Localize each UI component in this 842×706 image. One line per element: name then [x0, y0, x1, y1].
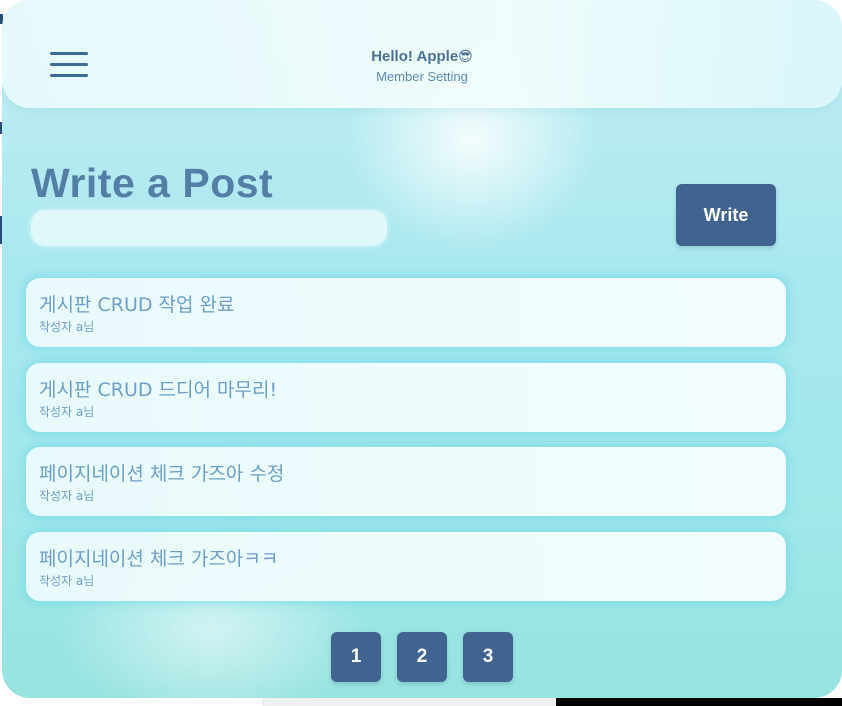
page-title: Write a Post	[31, 160, 274, 206]
post-author: 작성자 a님	[39, 405, 95, 419]
header: Hello! Apple😎 Member Setting	[2, 0, 842, 108]
post-list-item[interactable]: 페이지네이션 체크 가즈아ㅋㅋ 작성자 a님	[26, 532, 786, 601]
post-list-item[interactable]: 게시판 CRUD 작업 완료 작성자 a님	[26, 278, 786, 347]
post-title: 게시판 CRUD 드디어 마무리!	[39, 379, 278, 401]
post-author: 작성자 a님	[39, 574, 95, 588]
greeting-text: Hello! Apple	[371, 48, 459, 65]
post-list-item[interactable]: 페이지네이션 체크 가즈아 수정 작성자 a님	[26, 447, 786, 516]
app-window: Hello! Apple😎 Member Setting Write a Pos…	[2, 0, 842, 698]
post-title-input[interactable]	[31, 210, 387, 246]
post-title: 페이지네이션 체크 가즈아ㅋㅋ	[39, 548, 279, 570]
post-author: 작성자 a님	[39, 489, 95, 503]
write-button[interactable]: Write	[676, 184, 776, 246]
post-title: 페이지네이션 체크 가즈아 수정	[39, 463, 285, 485]
background-panel	[262, 698, 556, 706]
post-title: 게시판 CRUD 작업 완료	[39, 294, 235, 316]
page-button-2[interactable]: 2	[397, 632, 447, 682]
member-setting-link[interactable]: Member Setting	[2, 69, 842, 84]
post-author: 작성자 a님	[39, 320, 95, 334]
post-list-item[interactable]: 게시판 CRUD 드디어 마무리! 작성자 a님	[26, 363, 786, 432]
page-button-3[interactable]: 3	[463, 632, 513, 682]
background-panel-dark	[556, 698, 842, 706]
page-button-1[interactable]: 1	[331, 632, 381, 682]
greeting: Hello! Apple😎	[2, 48, 842, 65]
sunglasses-emoji-icon: 😎	[458, 49, 473, 65]
